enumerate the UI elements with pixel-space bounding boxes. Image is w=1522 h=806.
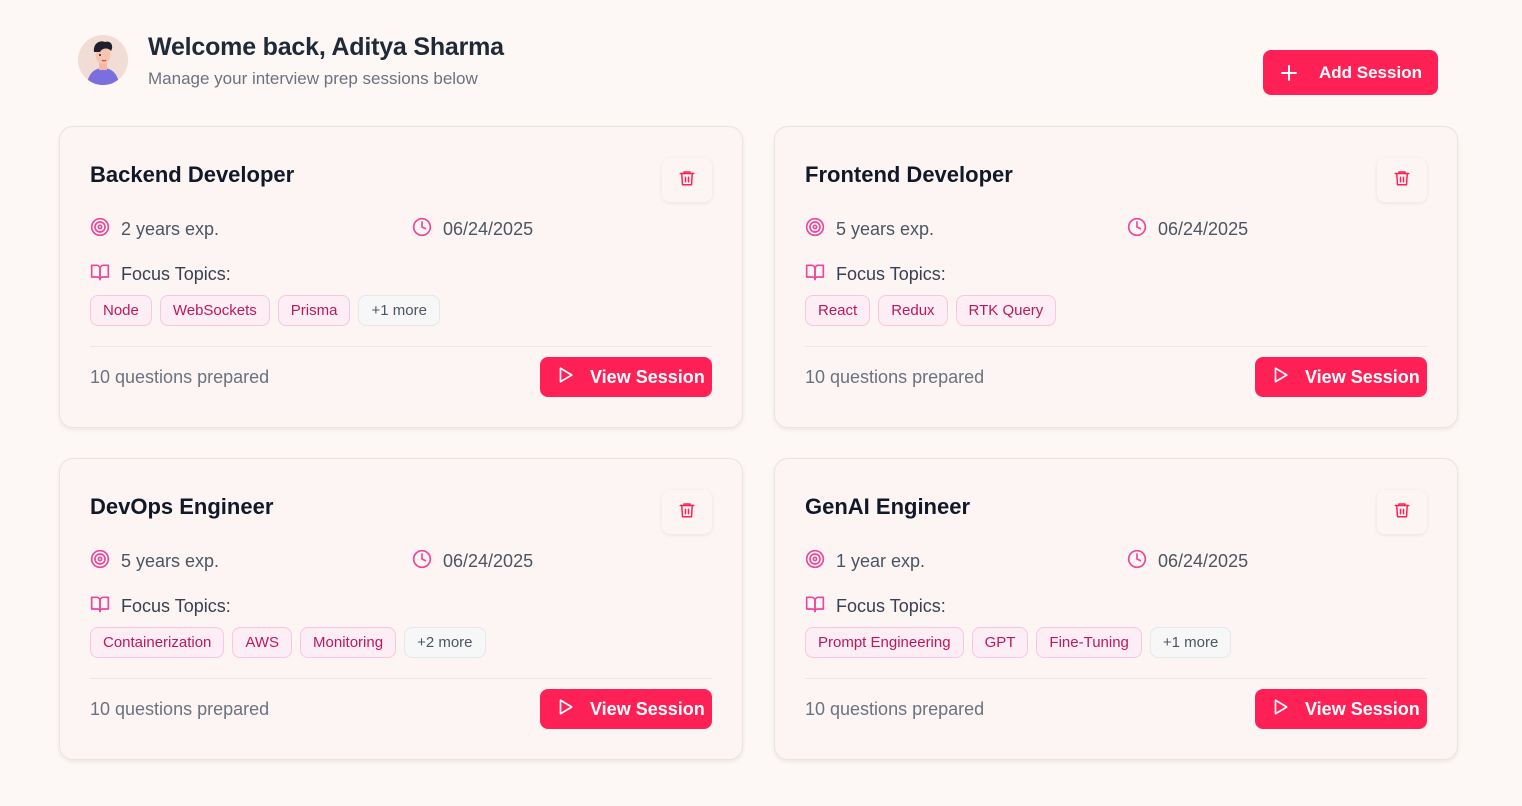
topic-tags: React Redux RTK Query bbox=[805, 295, 1057, 326]
target-icon bbox=[90, 217, 121, 242]
date-info: 06/24/2025 bbox=[412, 549, 533, 574]
view-session-label: View Session bbox=[590, 366, 705, 387]
questions-count: 10 questions prepared bbox=[805, 699, 985, 719]
topic-tag: RTK Query bbox=[955, 295, 1057, 326]
view-session-button[interactable]: View Session bbox=[1255, 357, 1427, 397]
topic-tag: Containerization bbox=[90, 627, 225, 658]
delete-session-button[interactable] bbox=[1377, 490, 1427, 534]
date-info: 06/24/2025 bbox=[1127, 217, 1248, 242]
experience-text: 2 years exp. bbox=[121, 219, 220, 239]
clock-icon bbox=[1127, 549, 1158, 574]
focus-topics-label: Focus Topics: bbox=[836, 596, 946, 616]
add-session-label: Add Session bbox=[1319, 62, 1422, 82]
view-session-label: View Session bbox=[590, 698, 705, 719]
focus-topics-heading: Focus Topics: bbox=[805, 262, 946, 287]
trash-icon bbox=[1393, 501, 1411, 524]
topic-tags: Prompt Engineering GPT Fine-Tuning +1 more bbox=[805, 627, 1232, 658]
topic-tag: GPT bbox=[971, 627, 1029, 658]
view-session-button[interactable]: View Session bbox=[540, 689, 712, 729]
experience-info: 5 years exp. bbox=[90, 549, 219, 574]
date-text: 06/24/2025 bbox=[443, 551, 534, 571]
focus-topics-heading: Focus Topics: bbox=[90, 594, 231, 619]
focus-topics-heading: Focus Topics: bbox=[90, 262, 231, 287]
date-text: 06/24/2025 bbox=[1158, 219, 1249, 239]
plus-icon bbox=[1281, 64, 1297, 81]
view-session-button[interactable]: View Session bbox=[1255, 689, 1427, 729]
more-topics-tag[interactable]: +1 more bbox=[1149, 627, 1232, 658]
play-icon bbox=[1271, 698, 1305, 721]
target-icon bbox=[90, 549, 121, 574]
topic-tags: Node WebSockets Prisma +1 more bbox=[90, 295, 440, 326]
date-text: 06/24/2025 bbox=[1158, 551, 1249, 571]
delete-session-button[interactable] bbox=[1377, 158, 1427, 202]
topic-tag: Prompt Engineering bbox=[805, 627, 964, 658]
view-session-label: View Session bbox=[1305, 698, 1420, 719]
book-open-icon bbox=[805, 262, 836, 287]
topic-tag: Fine-Tuning bbox=[1036, 627, 1142, 658]
topic-tags: Containerization AWS Monitoring +2 more bbox=[90, 627, 486, 658]
card-divider bbox=[90, 346, 712, 347]
focus-topics-label: Focus Topics: bbox=[121, 596, 231, 616]
view-session-button[interactable]: View Session bbox=[540, 357, 712, 397]
card-divider bbox=[805, 678, 1427, 679]
target-icon bbox=[805, 549, 836, 574]
session-role-title: Backend Developer bbox=[90, 162, 295, 187]
target-icon bbox=[805, 217, 836, 242]
focus-topics-label: Focus Topics: bbox=[836, 264, 946, 284]
topic-tag: React bbox=[805, 295, 871, 326]
book-open-icon bbox=[90, 594, 121, 619]
avatar[interactable] bbox=[78, 35, 128, 85]
trash-icon bbox=[1393, 169, 1411, 192]
play-icon bbox=[556, 366, 590, 389]
date-info: 06/24/2025 bbox=[1127, 549, 1248, 574]
card-divider bbox=[805, 346, 1427, 347]
date-info: 06/24/2025 bbox=[412, 217, 533, 242]
session-card[interactable]: DevOps Engineer 5 years exp. 06/24/2025 … bbox=[59, 458, 743, 760]
experience-info: 1 year exp. bbox=[805, 549, 925, 574]
session-card[interactable]: Frontend Developer 5 years exp. 06/24/20… bbox=[774, 126, 1458, 428]
focus-topics-heading: Focus Topics: bbox=[805, 594, 946, 619]
experience-info: 5 years exp. bbox=[805, 217, 934, 242]
date-text: 06/24/2025 bbox=[443, 219, 534, 239]
topic-tag: Node bbox=[90, 295, 152, 326]
questions-count: 10 questions prepared bbox=[90, 699, 270, 719]
trash-icon bbox=[678, 169, 696, 192]
book-open-icon bbox=[90, 262, 121, 287]
session-card[interactable]: Backend Developer 2 years exp. 06/24/202… bbox=[59, 126, 743, 428]
play-icon bbox=[556, 698, 590, 721]
more-topics-tag[interactable]: +1 more bbox=[358, 295, 440, 326]
experience-text: 5 years exp. bbox=[121, 551, 220, 571]
delete-session-button[interactable] bbox=[662, 490, 712, 534]
welcome-subtitle: Manage your interview prep sessions belo… bbox=[148, 69, 478, 88]
experience-text: 5 years exp. bbox=[836, 219, 935, 239]
focus-topics-label: Focus Topics: bbox=[121, 264, 231, 284]
session-card[interactable]: GenAI Engineer 1 year exp. 06/24/2025 Fo… bbox=[774, 458, 1458, 760]
trash-icon bbox=[678, 501, 696, 524]
welcome-heading: Welcome back, Aditya Sharma bbox=[148, 33, 504, 61]
topic-tag: WebSockets bbox=[159, 295, 270, 326]
dashboard-header: Welcome back, Aditya Sharma Manage your … bbox=[78, 33, 1438, 97]
topic-tag: Monitoring bbox=[300, 627, 397, 658]
play-icon bbox=[1271, 366, 1305, 389]
session-role-title: GenAI Engineer bbox=[805, 494, 971, 519]
more-topics-tag[interactable]: +2 more bbox=[404, 627, 486, 658]
experience-info: 2 years exp. bbox=[90, 217, 219, 242]
topic-tag: AWS bbox=[232, 627, 293, 658]
experience-text: 1 year exp. bbox=[836, 551, 926, 571]
questions-count: 10 questions prepared bbox=[90, 367, 270, 387]
topic-tag: Redux bbox=[878, 295, 948, 326]
session-role-title: DevOps Engineer bbox=[90, 494, 274, 519]
delete-session-button[interactable] bbox=[662, 158, 712, 202]
clock-icon bbox=[412, 549, 443, 574]
card-divider bbox=[90, 678, 712, 679]
clock-icon bbox=[412, 217, 443, 242]
session-role-title: Frontend Developer bbox=[805, 162, 1013, 187]
add-session-button[interactable]: Add Session bbox=[1263, 50, 1438, 95]
clock-icon bbox=[1127, 217, 1158, 242]
questions-count: 10 questions prepared bbox=[805, 367, 985, 387]
view-session-label: View Session bbox=[1305, 366, 1420, 387]
book-open-icon bbox=[805, 594, 836, 619]
topic-tag: Prisma bbox=[277, 295, 351, 326]
